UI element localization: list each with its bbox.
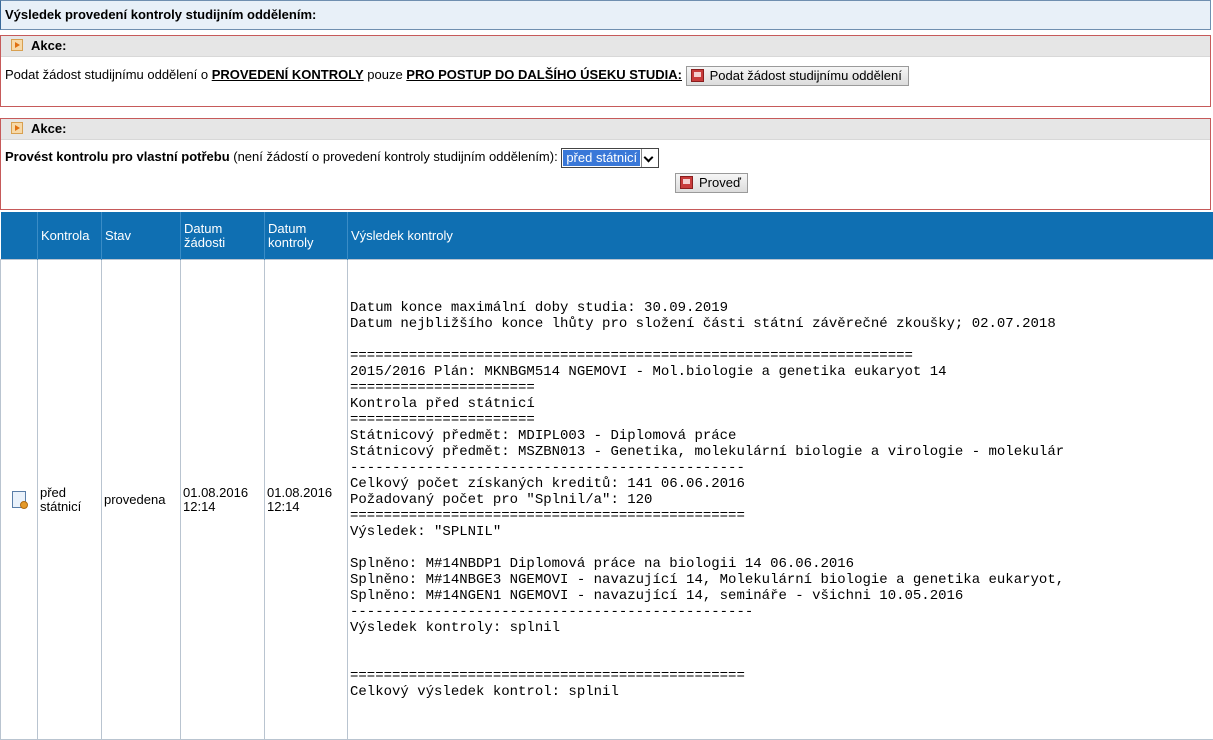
result-output: Datum konce maximální doby studia: 30.09… xyxy=(350,300,1211,700)
akce-title: Akce: xyxy=(1,119,1210,140)
table-header-row: Kontrola Stav Datumžádosti Datumkontroly… xyxy=(1,212,1213,260)
row-datum-zadosti-date: 01.08.2016 xyxy=(183,485,248,500)
col-datum-kontroly: Datumkontroly xyxy=(265,212,348,260)
akce-request-body: Podat žádost studijnímu oddělení o PROVE… xyxy=(1,57,1210,88)
col-datum-zadosti-line1: Datum xyxy=(184,221,222,236)
link-postup-dalsi-usek[interactable]: PRO POSTUP DO DALŠÍHO ÚSEKU STUDIA: xyxy=(406,67,682,82)
request-text-prefix: Podat žádost studijnímu oddělení o xyxy=(5,67,212,82)
request-text-middle: pouze xyxy=(364,67,407,82)
col-datum-zadosti: Datumžádosti xyxy=(181,212,265,260)
akce-title-label: Akce: xyxy=(31,38,66,53)
page-title: Výsledek provedení kontroly studijním od… xyxy=(0,0,1211,30)
execute-row: Proveď xyxy=(5,170,1210,194)
button-icon xyxy=(680,176,693,189)
row-icon-cell xyxy=(1,260,38,740)
row-datum-kontroly: 01.08.201612:14 xyxy=(265,260,348,740)
table-row: předstátnicí provedena 01.08.201612:14 0… xyxy=(1,260,1213,740)
row-datum-zadosti-time: 12:14 xyxy=(183,499,216,514)
akce-panel-own-check: Akce: Provést kontrolu pro vlastní potře… xyxy=(0,118,1211,210)
select-value: před státnicí xyxy=(563,150,640,166)
own-check-label-bold: Provést kontrolu pro vlastní potřebu xyxy=(5,149,230,164)
chevron-down-icon[interactable] xyxy=(641,149,658,167)
submit-request-button[interactable]: Podat žádost studijnímu oddělení xyxy=(686,66,909,86)
akce-panel-request: Akce: Podat žádost studijnímu oddělení o… xyxy=(0,35,1211,107)
col-datum-zadosti-line2: žádosti xyxy=(184,235,225,250)
col-kontrola: Kontrola xyxy=(38,212,102,260)
row-datum-kontroly-time: 12:14 xyxy=(267,499,300,514)
submit-request-label: Podat žádost studijnímu oddělení xyxy=(710,68,902,83)
row-kontrola: předstátnicí xyxy=(38,260,102,740)
akce-title: Akce: xyxy=(1,36,1210,57)
row-datum-kontroly-date: 01.08.2016 xyxy=(267,485,332,500)
results-table: Kontrola Stav Datumžádosti Datumkontroly… xyxy=(0,212,1213,740)
row-vysledek: Datum konce maximální doby studia: 30.09… xyxy=(348,260,1213,740)
document-icon[interactable] xyxy=(12,491,26,508)
execute-button[interactable]: Proveď xyxy=(675,173,748,193)
col-vysledek: Výsledek kontroly xyxy=(348,212,1213,260)
button-icon xyxy=(691,69,704,82)
row-datum-zadosti: 01.08.201612:14 xyxy=(181,260,265,740)
expand-arrow-icon[interactable] xyxy=(11,39,23,51)
row-kontrola-line1: před xyxy=(40,485,66,500)
akce-title-label: Akce: xyxy=(31,121,66,136)
check-type-select[interactable]: před státnicí xyxy=(561,148,659,168)
link-provedeni-kontroly[interactable]: PROVEDENÍ KONTROLY xyxy=(212,67,364,82)
col-stav: Stav xyxy=(102,212,181,260)
row-kontrola-line2: státnicí xyxy=(40,499,81,514)
row-stav: provedena xyxy=(102,260,181,740)
col-datum-kontroly-line2: kontroly xyxy=(268,235,314,250)
akce-own-check-body: Provést kontrolu pro vlastní potřebu (ne… xyxy=(1,140,1210,194)
col-datum-kontroly-line1: Datum xyxy=(268,221,306,236)
own-check-label-rest: (není žádostí o provedení kontroly studi… xyxy=(230,149,562,164)
col-icon xyxy=(1,212,38,260)
expand-arrow-icon[interactable] xyxy=(11,122,23,134)
execute-label: Proveď xyxy=(699,175,741,190)
